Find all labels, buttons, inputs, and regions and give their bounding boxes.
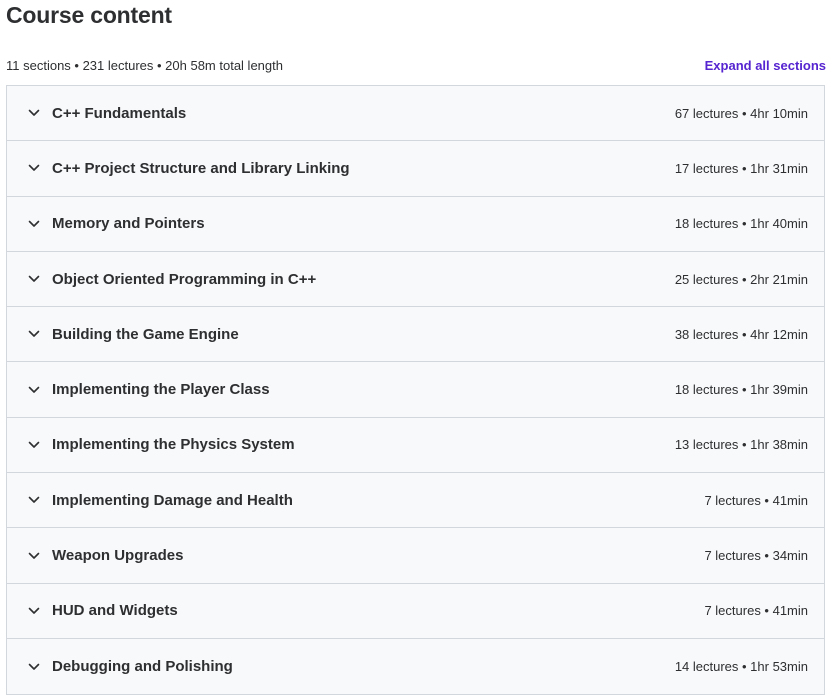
section-meta: 7 lectures • 41min	[704, 492, 808, 508]
section-header[interactable]: Implementing the Physics System 13 lectu…	[7, 417, 824, 474]
section-meta: 67 lectures • 4hr 10min	[674, 105, 808, 121]
section-header[interactable]: Weapon Upgrades 7 lectures • 34min	[7, 528, 824, 584]
section-header[interactable]: C++ Project Structure and Library Linkin…	[7, 141, 824, 197]
section-title: Weapon Upgrades	[52, 547, 184, 565]
chevron-down-icon	[27, 327, 41, 341]
section-title: HUD and Widgets	[52, 602, 178, 620]
section-title: Implementing the Physics System	[52, 436, 295, 454]
section-header[interactable]: Memory and Pointers 18 lectures • 1hr 40…	[7, 196, 824, 252]
section-header[interactable]: C++ Fundamentals 67 lectures • 4hr 10min	[7, 86, 824, 142]
section-header[interactable]: Building the Game Engine 38 lectures • 4…	[7, 307, 824, 363]
chevron-down-icon	[27, 161, 41, 175]
chevron-down-icon	[27, 660, 41, 674]
chevron-down-icon	[27, 493, 41, 507]
section-title: C++ Fundamentals	[52, 104, 187, 122]
section-meta: 17 lectures • 1hr 31min	[674, 160, 808, 176]
chevron-down-icon	[27, 106, 41, 120]
section-meta: 38 lectures • 4hr 12min	[674, 326, 808, 342]
chevron-down-icon	[27, 217, 41, 231]
chevron-down-icon	[27, 272, 41, 286]
section-meta: 7 lectures • 34min	[704, 548, 808, 564]
course-summary-row: 11 sections • 231 lectures • 20h 58m tot…	[6, 56, 826, 74]
section-title: Memory and Pointers	[52, 215, 205, 233]
section-header[interactable]: HUD and Widgets 7 lectures • 41min	[7, 583, 824, 639]
expand-all-sections-button[interactable]: Expand all sections	[705, 58, 826, 73]
section-meta: 18 lectures • 1hr 40min	[674, 216, 808, 232]
section-header[interactable]: Implementing Damage and Health 7 lecture…	[7, 473, 824, 529]
section-title: Building the Game Engine	[52, 325, 239, 343]
section-title: Implementing the Player Class	[52, 381, 270, 399]
section-meta: 18 lectures • 1hr 39min	[674, 382, 808, 398]
sections-accordion: C++ Fundamentals 67 lectures • 4hr 10min…	[6, 85, 825, 696]
section-meta: 7 lectures • 41min	[704, 603, 808, 619]
section-title: Debugging and Polishing	[52, 658, 233, 676]
course-summary: 11 sections • 231 lectures • 20h 58m tot…	[6, 57, 283, 73]
section-header[interactable]: Debugging and Polishing 14 lectures • 1h…	[7, 638, 824, 695]
section-header[interactable]: Implementing the Player Class 18 lecture…	[7, 362, 824, 418]
page-title: Course content	[6, 2, 172, 28]
chevron-down-icon	[27, 604, 41, 618]
chevron-down-icon	[27, 438, 41, 452]
section-meta: 25 lectures • 2hr 21min	[674, 271, 808, 287]
section-title: Implementing Damage and Health	[52, 491, 293, 509]
chevron-down-icon	[27, 549, 41, 563]
chevron-down-icon	[27, 383, 41, 397]
section-meta: 13 lectures • 1hr 38min	[674, 437, 808, 453]
section-title: Object Oriented Programming in C++	[52, 270, 317, 288]
section-header[interactable]: Object Oriented Programming in C++ 25 le…	[7, 251, 824, 308]
section-meta: 14 lectures • 1hr 53min	[674, 659, 808, 675]
section-title: C++ Project Structure and Library Linkin…	[52, 159, 350, 177]
